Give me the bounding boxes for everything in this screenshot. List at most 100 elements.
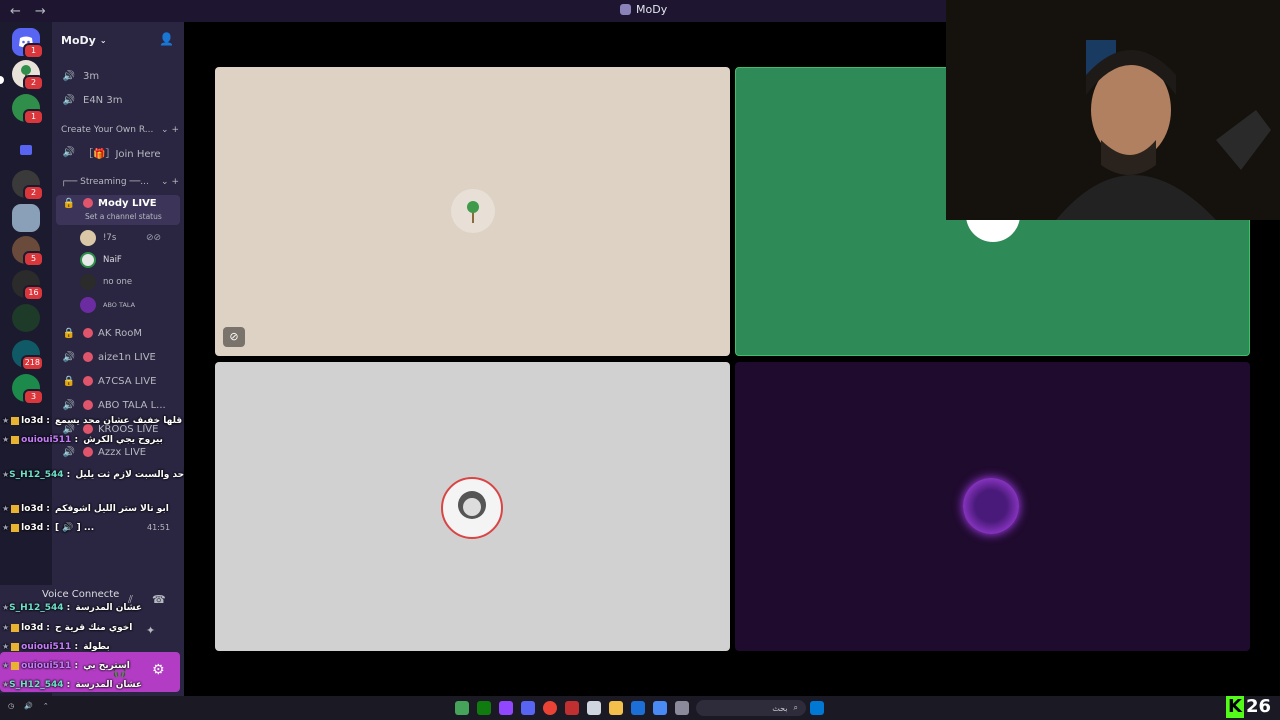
chrome-icon[interactable] (543, 701, 557, 715)
voice-channel-active[interactable]: 🔒 Mody LIVE Set a channel status (56, 195, 180, 225)
discord-home-icon[interactable]: 1 (12, 28, 44, 59)
speaker-icon: 🔊 (62, 94, 76, 106)
server-logo-icon (620, 4, 631, 15)
chat-message: ★ ouioui511 : بطولة (2, 642, 110, 652)
voice-channel[interactable]: 🔊 ［🎁］Join Here (52, 141, 184, 163)
chat-message: ★ lo3d : قلها خفيف عشان محد يسمع (2, 416, 183, 426)
server-icon[interactable] (12, 204, 40, 232)
server-icon[interactable]: 2 (12, 170, 44, 201)
add-channel-icon[interactable]: ⌄ + (161, 125, 179, 141)
unread-badge: 2 (23, 75, 44, 91)
avatar (441, 477, 503, 539)
clock-icon: ◷ (8, 702, 15, 710)
folder-icon[interactable] (12, 136, 40, 164)
chevron-up-icon[interactable]: ⌃ (43, 702, 49, 710)
kick-overlay: K 26 (1226, 693, 1280, 720)
unread-badge: 16 (23, 285, 44, 301)
channel-status[interactable]: Set a channel status (85, 212, 162, 221)
xbox-icon[interactable] (477, 701, 491, 715)
volume-icon[interactable]: 🔊 (24, 702, 33, 710)
server-icon[interactable] (12, 304, 40, 332)
forward-arrow-icon[interactable]: → (35, 4, 46, 19)
unread-badge: 218 (20, 355, 44, 371)
speaker-icon: 🔊 (62, 399, 76, 411)
speaker-icon: 🔊 (62, 70, 76, 82)
app-icon[interactable] (499, 701, 513, 715)
voice-channel[interactable]: 🔊 aize1n LIVE (52, 346, 184, 368)
category-header[interactable]: Create Your Own R... ⌄ + (61, 125, 179, 141)
speaker-icon: 🔊 (62, 146, 76, 158)
live-indicator-icon (83, 328, 93, 338)
live-indicator-icon (83, 352, 93, 362)
camera-off-icon: ⊘ (223, 327, 245, 347)
unread-badge: 1 (23, 109, 44, 125)
app-icon[interactable] (455, 701, 469, 715)
avatar (451, 189, 495, 233)
discord-icon[interactable] (521, 701, 535, 715)
chat-message: ★ ouioui511 : استريح بي (2, 661, 130, 671)
steam-icon[interactable] (631, 701, 645, 715)
voice-channel[interactable]: 🔒 A7CSA LIVE (52, 370, 184, 392)
voice-channel[interactable]: 🔊 E4N 3m (52, 89, 184, 111)
taskbar: ◷ 🔊 ⌃ بحث ⌕ (0, 696, 1280, 720)
chevron-down-icon: ⌄ (99, 35, 107, 45)
chat-message: ★ lo3d : [ 🔊 ] ... (2, 523, 95, 533)
stream-chat-overlay: ★ lo3d : قلها خفيف عشان محد يسمع ★ ouioui5… (0, 412, 226, 692)
streamer-webcam (946, 0, 1280, 220)
server-icon[interactable]: 218 (12, 340, 44, 371)
viewer-count: 26 (1246, 696, 1272, 717)
avatar (80, 274, 96, 290)
category-header[interactable]: ┌── Streaming ──... ⌄ + (61, 177, 179, 193)
unread-badge: 1 (23, 43, 44, 59)
unread-badge: 2 (23, 185, 44, 201)
participant-tile[interactable] (215, 362, 730, 651)
voice-member[interactable]: ABO TALA (80, 294, 135, 316)
avatar (80, 230, 96, 246)
calendar-icon[interactable] (587, 701, 601, 715)
chat-message: ★ lo3d : اخوي منك قرية ح (2, 623, 133, 633)
lock-icon: 🔒 (62, 198, 76, 209)
chat-message: ★S_H12_544 : عشان المدرسة (2, 603, 143, 613)
live-indicator-icon (83, 376, 93, 386)
chat-message: ★S_H12_544 : عشان المدرسة (2, 680, 143, 690)
voice-member[interactable]: !7s ⊘⊘ (80, 227, 161, 249)
server-icon[interactable]: 5 (12, 236, 44, 267)
server-header[interactable]: MoDy ⌄ 👤 (52, 22, 184, 58)
server-icon[interactable]: 16 (12, 270, 44, 301)
voice-channel[interactable]: 🔒 AK RooM (52, 322, 184, 344)
speaker-icon: 🔊 (62, 351, 76, 363)
app-icon[interactable] (565, 701, 579, 715)
chat-message: ★ lo3d : ابو تالا ستر الليل اشوفكم (2, 504, 169, 514)
chat-message: ★ ouioui511 : بيروح يجي الكرش (2, 435, 163, 445)
live-indicator-icon (83, 198, 93, 208)
app-icon[interactable] (653, 701, 667, 715)
unread-badge: 5 (23, 251, 44, 267)
unread-badge: 3 (23, 389, 44, 405)
voice-member[interactable]: NaiF (80, 249, 122, 271)
avatar (80, 297, 96, 313)
participant-tile[interactable]: ⊘ (215, 67, 730, 356)
window-title: MoDy (620, 3, 667, 16)
server-icon[interactable]: 1 (12, 94, 44, 125)
muted-icon: ⊘⊘ (146, 233, 162, 243)
live-indicator-icon (83, 400, 93, 410)
voice-channel[interactable]: 🔊 3m (52, 65, 184, 87)
taskbar-search[interactable]: بحث ⌕ (696, 700, 806, 716)
lock-icon: 🔒 (62, 375, 76, 387)
add-channel-icon[interactable]: ⌄ + (161, 177, 179, 193)
folder-icon[interactable] (609, 701, 623, 715)
nav-buttons: ← → (0, 4, 46, 19)
server-icon[interactable]: 2 (12, 60, 44, 91)
kick-logo-icon: K (1226, 695, 1244, 718)
voice-member[interactable]: no one (80, 271, 132, 293)
tray-left: ◷ 🔊 ⌃ (8, 702, 49, 710)
windows-start-icon[interactable] (810, 701, 824, 715)
back-arrow-icon[interactable]: ← (10, 4, 21, 19)
avatar (963, 478, 1019, 534)
add-member-icon[interactable]: 👤 (159, 32, 174, 46)
search-icon: ⌕ (793, 703, 798, 712)
participant-tile[interactable] (735, 362, 1250, 651)
avatar (80, 252, 96, 268)
window-icon[interactable] (675, 701, 689, 715)
server-icon[interactable]: 3 (12, 374, 44, 405)
